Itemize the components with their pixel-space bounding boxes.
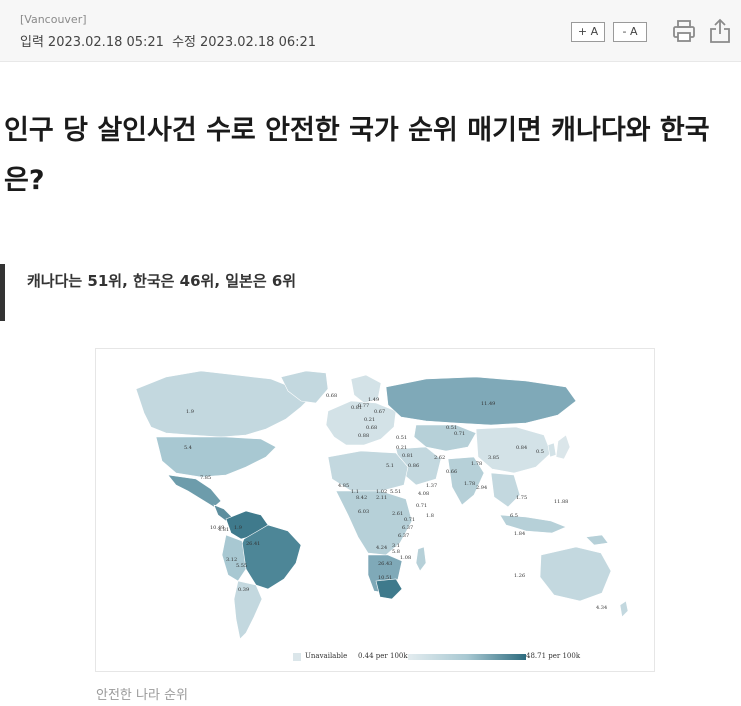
modified-date: 2023.02.18 06:21 [200,35,317,50]
map-value-label: 1.75 [516,495,527,501]
font-decrease-button[interactable]: - A [613,22,647,42]
map-value-label: 4.85 [338,483,349,489]
region-usa [155,436,277,478]
figure-caption: 안전한 나라 순위 [96,688,188,703]
world-map: 0.681.490.810.770.671.90.210.6811.490.51… [135,370,629,640]
font-increase-button[interactable]: + A [571,22,605,42]
map-value-label: 6.03 [358,509,369,515]
world-map-figure: 0.68 1.49 0.81 0.77 0.67 1.9 0.21 0.68 11.49 0.51… [95,348,655,672]
region-new-zealand [619,600,629,618]
map-value-label: 0.86 [408,463,419,469]
map-value-label: 0.21 [396,445,407,451]
map-value-label: 1.78 [471,461,482,467]
map-value-label: 1.49 [368,397,379,403]
region-mexico [167,474,222,508]
article-meta-bar: [Vancouver] 입력 2023.02.18 05:21 수정 2023.02… [0,0,741,62]
legend-min-label: 0.44 per 100k [358,652,408,660]
map-value-label: 0.68 [326,393,337,399]
map-value-label: 1.9 [234,525,242,531]
map-value-label: 1.26 [514,573,525,579]
modified-label: 수정 [172,35,197,50]
map-value-label: 6.5 [510,513,518,519]
map-value-label: 0.5 [536,449,544,455]
map-value-label: 1.37 [426,483,437,489]
map-value-label: 1.9 [186,409,194,415]
map-value-label: 4.34 [596,605,607,611]
map-value-label: 10.51 [378,575,392,581]
map-value-label: 0.88 [358,433,369,439]
map-value-label: 10.49 [210,525,224,531]
region-papua [585,534,609,546]
map-value-label: 1.84 [514,531,525,537]
region-madagascar [415,546,427,572]
map-value-label: 11.49 [481,401,495,407]
map-value-label: 0.68 [366,425,377,431]
legend-max-label: 48.71 per 100k [526,652,581,660]
map-value-label: 4.08 [418,491,429,497]
map-value-label: 2.61 [392,511,403,517]
region-south-africa [375,578,403,600]
map-value-label: 0.66 [446,469,457,475]
map-value-label: 26.41 [246,541,260,547]
legend-unavailable-label: Unavailable [305,652,348,660]
legend-unavailable-swatch [293,653,301,661]
map-value-label: 26.43 [378,561,392,567]
map-value-label: 0.51 [396,435,407,441]
map-value-label: 2.62 [434,455,445,461]
map-value-label: 0.39 [238,587,249,593]
map-value-label: 2.11 [376,495,387,501]
dateline-location: [Vancouver] [20,13,87,26]
map-value-label: 1.08 [400,555,411,561]
map-value-label: 4.24 [376,545,387,551]
region-central-africa [335,490,413,556]
map-value-label: 0.84 [516,445,527,451]
map-value-label: 5.8 [392,549,400,555]
share-icon[interactable] [708,18,732,44]
article-dates: 입력 2023.02.18 05:21 수정 2023.02.18 06:21 [20,31,320,50]
region-australia [539,546,612,602]
region-southeast-asia [490,472,521,508]
published-label: 입력 [20,35,44,50]
legend-gradient-bar [408,654,526,660]
map-value-label: 11.88 [554,499,568,505]
subhead-bar [0,264,5,321]
map-value-label: 0.81 [402,453,413,459]
map-value-label: 3.85 [488,455,499,461]
map-value-label: 1.8 [426,513,434,519]
map-value-label: 6.37 [398,533,409,539]
map-value-label: 5.1 [386,463,394,469]
region-japan [555,434,571,460]
map-value-label: 0.21 [364,417,375,423]
article-subhead: 캐나다는 51위, 한국은 46위, 일본은 6위 [27,272,297,290]
map-value-label: 7.85 [200,475,211,481]
map-value-label: 5.55 [236,563,247,569]
map-value-label: 5.51 [390,489,401,495]
map-value-label: 8.42 [356,495,367,501]
map-value-label: 0.77 [358,403,369,409]
map-value-label: 0.67 [374,409,385,415]
published-date: 2023.02.18 05:21 [47,35,164,50]
article-headline: 인구 당 살인사건 수로 안전한 국가 순위 매기면 캐나다와 한국은? [4,115,710,196]
print-icon[interactable] [672,19,696,43]
map-value-label: 2.94 [476,485,487,491]
map-value-label: 0.71 [416,503,427,509]
map-value-label: 6.37 [402,525,413,531]
map-value-label: 0.71 [404,517,415,523]
map-value-label: 5.4 [184,445,192,451]
map-value-label: 0.71 [454,431,465,437]
map-value-label: 1.78 [464,481,475,487]
